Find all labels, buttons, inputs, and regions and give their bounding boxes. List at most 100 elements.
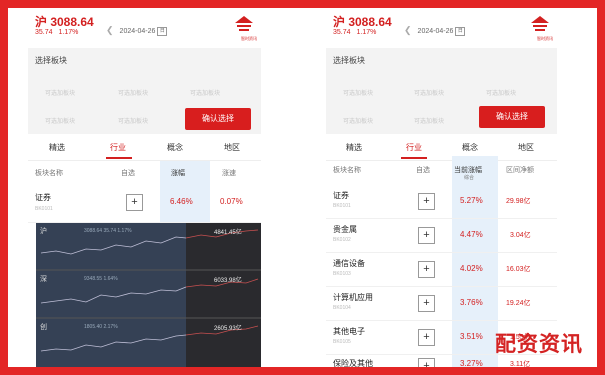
left-phone-screen: 沪 3088.64 35.74 1.17% ❮ 2024-04-26 日 智时资讯 选…: [28, 8, 261, 367]
selection-option[interactable]: 可选加板块: [414, 116, 444, 125]
selection-option[interactable]: 可选加板块: [118, 88, 148, 97]
tab-industry[interactable]: 行业: [110, 142, 126, 153]
date-text: 2024-04-26: [417, 28, 454, 35]
tab-featured[interactable]: 精选: [346, 142, 362, 153]
sector-code: BK0101: [333, 203, 351, 209]
date-picker[interactable]: ❮ 2024-04-26 日: [404, 25, 466, 36]
chart-label-sz: 深: [40, 276, 47, 283]
add-watch-button[interactable]: +: [126, 194, 143, 211]
tab-region[interactable]: 地区: [518, 142, 534, 153]
add-watch-button[interactable]: +: [418, 261, 435, 278]
table-header: 板块名称 自选 当前涨幅 综合 区间净额: [326, 158, 557, 181]
change-pct: 4.02%: [460, 264, 483, 273]
chart-inner-sz: 9348.55 1.64%: [84, 276, 118, 282]
selection-option[interactable]: 可选加板块: [45, 88, 75, 97]
selection-option[interactable]: 可选加板块: [343, 116, 373, 125]
sector-code: BK0102: [333, 237, 351, 243]
index-charts-panel: 沪 3088.64 35.74 1.17% 4841.45亿 深 9348.55…: [36, 223, 261, 367]
index-change: 35.74 1.17%: [35, 29, 84, 36]
tab-concept[interactable]: 概念: [462, 142, 478, 153]
sector-code: BK0104: [333, 305, 351, 311]
chart-value-sh: 4841.45亿: [214, 230, 242, 236]
selection-option[interactable]: 可选加板块: [45, 116, 75, 125]
add-watch-button[interactable]: +: [418, 295, 435, 312]
sector-name: 通信设备: [333, 259, 365, 268]
chevron-left-icon[interactable]: ❮: [404, 25, 412, 35]
index-change-value: 35.74: [333, 29, 351, 36]
sector-code: BK0101: [35, 206, 53, 212]
net-amount: 29.98亿: [506, 198, 531, 205]
change-pct: 3.51%: [460, 332, 483, 341]
index-change-pct: 1.17%: [58, 29, 79, 36]
selection-option[interactable]: 可选加板块: [118, 116, 148, 125]
add-watch-button[interactable]: +: [418, 193, 435, 210]
table-row[interactable]: 证券 BK0101 + 6.46% 0.07%: [28, 184, 261, 223]
chevron-left-icon[interactable]: ❮: [106, 25, 114, 35]
column-header-name[interactable]: 板块名称: [35, 168, 63, 178]
column-header-net-amount[interactable]: 区间净额: [506, 165, 534, 175]
screenshot-canvas: 沪 3088.64 35.74 1.17% ❮ 2024-04-26 日 智时资讯 选…: [8, 8, 597, 367]
tab-region[interactable]: 地区: [224, 142, 240, 153]
index-change-value: 35.74: [35, 29, 53, 36]
selection-option[interactable]: 可选加板块: [414, 88, 444, 97]
add-watch-button[interactable]: +: [418, 358, 435, 367]
column-header-speed[interactable]: 涨速: [222, 168, 236, 178]
sort-mode-label[interactable]: 综合: [464, 174, 474, 181]
table-row[interactable]: 通信设备 BK0103 + 4.02% 16.03亿: [326, 252, 557, 287]
net-amount: 3.04亿: [510, 232, 531, 239]
chart-inner-cy: 1805.40 2.17%: [84, 324, 118, 330]
right-phone-screen: 沪 3088.64 35.74 1.17% ❮ 2024-04-26 日 智时资讯 选…: [326, 8, 557, 367]
net-amount: 16.03亿: [506, 266, 531, 273]
index-line-sh: [40, 236, 187, 255]
selection-option[interactable]: 可选加板块: [343, 88, 373, 97]
sector-name: 贵金属: [333, 225, 357, 234]
change-pct: 4.47%: [460, 230, 483, 239]
index-charts-svg: [36, 229, 261, 352]
category-tabs: 精选 行业 概念 地区: [28, 138, 261, 161]
table-row[interactable]: 贵金属 BK0102 + 4.47% 3.04亿: [326, 218, 557, 253]
sector-name: 证券: [35, 193, 51, 202]
index-change: 35.74 1.17%: [333, 29, 382, 36]
brand-logo-text: 智时资讯: [241, 36, 257, 41]
sector-code: BK0103: [333, 271, 351, 277]
sector-name: 计算机应用: [333, 293, 373, 302]
header: 沪 3088.64 35.74 1.17% ❮ 2024-04-26 日 智时资讯: [326, 8, 557, 42]
column-header-name[interactable]: 板块名称: [333, 165, 361, 175]
active-tab-indicator: [106, 157, 132, 159]
chart-value-sz: 6033.98亿: [214, 278, 242, 284]
table-row[interactable]: 证券 BK0101 + 5.27% 29.98亿: [326, 184, 557, 219]
column-header-watch: 自选: [416, 167, 430, 174]
tab-industry[interactable]: 行业: [406, 142, 422, 153]
chart-inner-sh: 3088.64 35.74 1.17%: [84, 228, 132, 234]
add-watch-button[interactable]: +: [418, 227, 435, 244]
sector-name: 证券: [333, 191, 349, 200]
selection-option[interactable]: 可选加板块: [486, 88, 516, 97]
index-line-sz: [40, 286, 187, 304]
selection-title: 选择板块: [333, 56, 365, 65]
change-pct: 3.27%: [460, 359, 483, 367]
net-amount: 19.24亿: [506, 300, 531, 307]
table-row[interactable]: 计算机应用 BK0104 + 3.76% 19.24亿: [326, 286, 557, 321]
date-picker[interactable]: ❮ 2024-04-26 日: [106, 25, 168, 36]
site-watermark: 配资资讯: [495, 332, 583, 356]
net-amount: 3.11亿: [510, 361, 531, 367]
selection-option[interactable]: 可选加板块: [190, 88, 220, 97]
calendar-icon[interactable]: 日: [455, 26, 466, 36]
column-header-change[interactable]: 涨幅: [171, 168, 185, 178]
table-header: 板块名称 自选 涨幅 涨速: [28, 161, 261, 183]
calendar-icon[interactable]: 日: [157, 26, 168, 36]
index-line-cy: [40, 334, 187, 352]
confirm-selection-button[interactable]: 确认选择: [479, 106, 545, 128]
add-watch-button[interactable]: +: [418, 329, 435, 346]
brand-logo-text: 智时资讯: [537, 36, 553, 41]
speed-pct: 0.07%: [220, 197, 243, 206]
date-text: 2024-04-26: [119, 28, 156, 35]
brand-logo-icon: [531, 16, 549, 31]
index-quote: 沪 3088.64: [333, 15, 392, 29]
sector-name: 其他电子: [333, 327, 365, 336]
change-pct: 6.46%: [170, 197, 193, 206]
confirm-selection-button[interactable]: 确认选择: [185, 108, 251, 130]
tab-featured[interactable]: 精选: [49, 142, 65, 153]
sector-code: BK0105: [333, 339, 351, 345]
tab-concept[interactable]: 概念: [167, 142, 183, 153]
